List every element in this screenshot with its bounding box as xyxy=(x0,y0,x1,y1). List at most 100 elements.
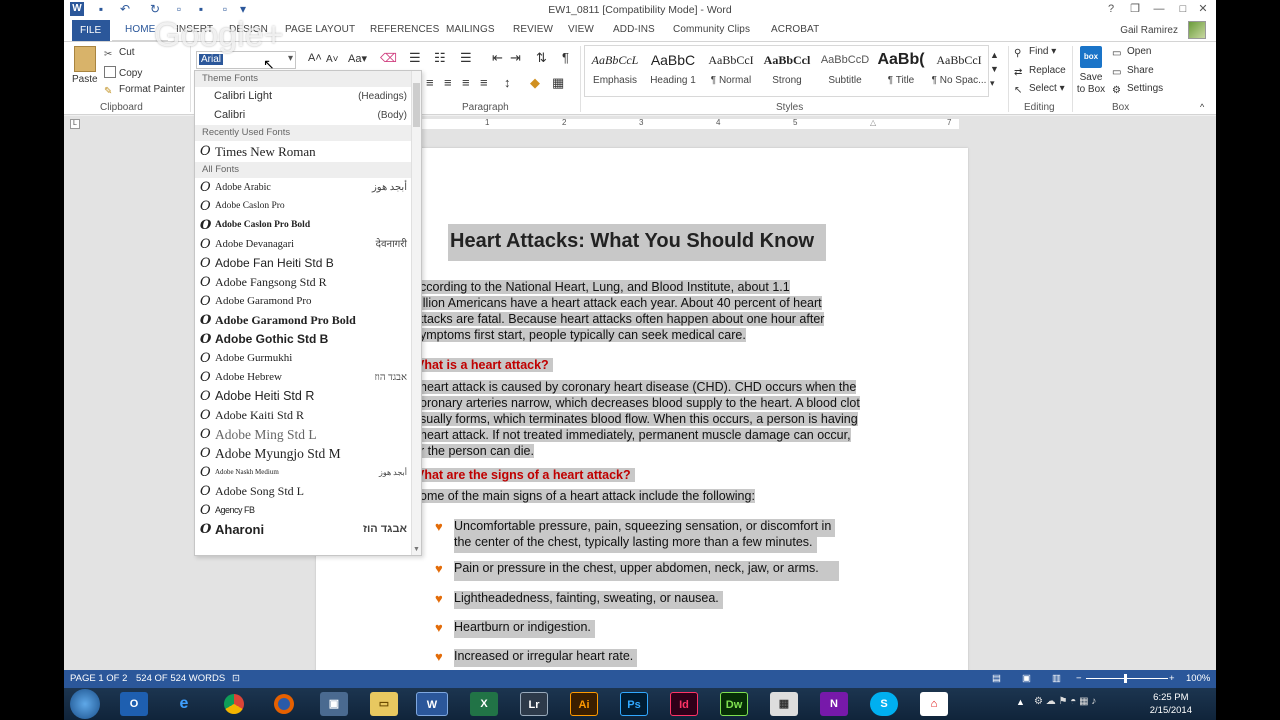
font-option[interactable]: O Adobe Garamond Pro Bold xyxy=(195,311,421,330)
tab-home[interactable]: HOME xyxy=(125,24,155,35)
horizontal-ruler[interactable]: 1 2 3 4 5 △ 7 xyxy=(419,118,959,129)
zoom-in-icon[interactable]: + xyxy=(1169,673,1175,684)
start-button[interactable] xyxy=(70,689,100,719)
font-option[interactable]: O Adobe Ming Std L xyxy=(195,425,421,444)
proofing-icon[interactable]: ⊡ xyxy=(232,673,240,684)
font-option[interactable]: O Adobe Naskh Medium أبجد هوز xyxy=(195,463,421,482)
collapse-ribbon-icon[interactable]: ^ xyxy=(1200,102,1204,112)
multilevel-list-icon[interactable]: ☰ xyxy=(460,50,472,66)
tab-review[interactable]: REVIEW xyxy=(513,24,553,35)
tray-expand-icon[interactable]: ▲ xyxy=(1016,697,1025,707)
page-count[interactable]: PAGE 1 OF 2 xyxy=(70,673,127,684)
web-layout-icon[interactable]: ▥ xyxy=(1052,673,1061,684)
font-option[interactable]: O Adobe Hebrew אבגד הוז xyxy=(195,368,421,387)
styles-scroll-icon[interactable]: ▲ ▼ ▾ xyxy=(990,48,999,90)
grow-font-icon[interactable]: A˄ xyxy=(308,52,322,64)
tab-page-layout[interactable]: PAGE LAYOUT xyxy=(285,24,355,35)
font-option[interactable]: O Adobe Caslon Pro xyxy=(195,197,421,216)
bullets-icon[interactable]: ☰ xyxy=(409,50,421,66)
tab-view[interactable]: VIEW xyxy=(568,24,594,35)
tab-mailings[interactable]: MAILINGS xyxy=(446,24,495,35)
find-button[interactable]: ⚲ Find ▾ xyxy=(1014,46,1056,60)
pilcrow-icon[interactable]: ¶ xyxy=(562,50,569,65)
dreamweaver-icon[interactable]: Dw xyxy=(720,692,748,716)
tab-references[interactable]: REFERENCES xyxy=(370,24,439,35)
font-option-calibri[interactable]: Calibri (Body) xyxy=(195,106,421,125)
lightroom-icon[interactable]: Lr xyxy=(520,692,548,716)
skype-icon[interactable]: S xyxy=(870,692,898,716)
font-option[interactable]: O Adobe Caslon Pro Bold xyxy=(195,216,421,235)
read-mode-icon[interactable]: ▤ xyxy=(992,673,1001,684)
sort-icon[interactable]: ⇅ xyxy=(536,50,547,66)
file-explorer-icon[interactable]: ▭ xyxy=(370,692,398,716)
cut-button[interactable]: ✂ Cut xyxy=(104,47,135,61)
system-clock[interactable]: 6:25 PM 2/15/2014 xyxy=(1150,691,1192,717)
font-option[interactable]: O Adobe Song Std L xyxy=(195,482,421,501)
font-option-times-new-roman[interactable]: O Times New Roman xyxy=(195,141,421,162)
numbering-icon[interactable]: ☷ xyxy=(434,50,446,66)
dropdown-scrollbar[interactable]: ▼ xyxy=(411,71,421,555)
paste-button[interactable]: Paste xyxy=(72,74,98,85)
tray-icons[interactable]: ⚙ ☁ ⚑ ◓ ▦ ♪ xyxy=(1034,696,1096,707)
zoom-slider[interactable] xyxy=(1086,678,1168,679)
scroll-down-icon[interactable]: ▼ xyxy=(413,546,420,553)
style-strong[interactable]: AaBbCcl Strong xyxy=(758,47,816,91)
format-painter-button[interactable]: ✎ Format Painter xyxy=(104,84,185,98)
shrink-font-icon[interactable]: A˅ xyxy=(326,54,339,65)
acrobat-icon[interactable]: ⌂ xyxy=(920,692,948,716)
box-open-button[interactable]: ▭ Open xyxy=(1112,46,1151,60)
font-option[interactable]: O Adobe Garamond Pro xyxy=(195,292,421,311)
decrease-indent-icon[interactable]: ⇤ xyxy=(492,50,503,66)
font-option[interactable]: O Adobe Gurmukhi xyxy=(195,349,421,368)
font-dropdown[interactable]: Theme Fonts Calibri Light (Headings) Cali… xyxy=(194,70,422,556)
style-subtitle[interactable]: AaBbCcD Subtitle xyxy=(816,47,874,91)
ruler-indent-marker[interactable]: △ xyxy=(870,118,876,127)
style-no-spacing[interactable]: AaBbCcI ¶ No Spac... xyxy=(930,47,988,91)
increase-indent-icon[interactable]: ⇥ xyxy=(510,50,521,66)
illustrator-icon[interactable]: Ai xyxy=(570,692,598,716)
justify-icon[interactable]: ≡ xyxy=(480,75,488,90)
print-layout-icon[interactable]: ▣ xyxy=(1022,673,1031,684)
change-case-icon[interactable]: Aa▾ xyxy=(348,52,367,65)
clear-formatting-icon[interactable]: ⌫ xyxy=(380,51,397,65)
paste-icon[interactable] xyxy=(74,46,96,72)
style-emphasis[interactable]: AaBbCcL Emphasis xyxy=(586,47,644,91)
font-option[interactable]: O Adobe Gothic Std B xyxy=(195,330,421,349)
shading-icon[interactable]: ◆ xyxy=(530,75,540,91)
ribbon-display-button[interactable]: ❐ xyxy=(1126,2,1144,16)
minimize-button[interactable]: — xyxy=(1150,2,1168,16)
font-option[interactable]: O Agency FB xyxy=(195,501,421,520)
font-option[interactable]: O Adobe Fangsong Std R xyxy=(195,273,421,292)
avatar[interactable] xyxy=(1188,21,1206,39)
save-to-box-button[interactable]: Save to Box xyxy=(1076,72,1106,96)
zoom-slider-thumb[interactable] xyxy=(1124,674,1127,683)
outlook-icon[interactable]: O xyxy=(120,692,148,716)
internet-explorer-icon[interactable]: e xyxy=(170,692,198,716)
copy-button[interactable]: Copy xyxy=(104,66,142,79)
font-option[interactable]: O Adobe Kaiti Std R xyxy=(195,406,421,425)
chrome-icon[interactable] xyxy=(220,692,248,716)
zoom-level[interactable]: 100% xyxy=(1186,673,1210,684)
onenote-icon[interactable]: N xyxy=(820,692,848,716)
font-option[interactable]: O Adobe Devanagari देवनागरी xyxy=(195,235,421,254)
chevron-down-icon[interactable]: ▾ xyxy=(288,53,293,64)
remote-desktop-icon[interactable]: ▣ xyxy=(320,692,348,716)
style-heading-1[interactable]: AaBbC Heading 1 xyxy=(644,47,702,91)
help-button[interactable]: ? xyxy=(1102,2,1120,16)
box-logo-icon[interactable]: box xyxy=(1080,46,1102,68)
tab-community-clips[interactable]: Community Clips xyxy=(673,24,750,35)
borders-icon[interactable]: ▦ xyxy=(552,75,564,91)
word-taskbar-icon[interactable]: W xyxy=(416,692,448,716)
word-count[interactable]: 524 OF 524 WORDS xyxy=(136,673,225,684)
tab-stop-selector[interactable]: L xyxy=(70,119,80,129)
firefox-icon[interactable] xyxy=(270,692,298,716)
font-option-calibri-light[interactable]: Calibri Light (Headings) xyxy=(195,87,421,106)
box-share-button[interactable]: ▭ Share xyxy=(1112,65,1154,79)
align-left-icon[interactable]: ≡ xyxy=(426,75,434,90)
font-option[interactable]: O Adobe Fan Heiti Std B xyxy=(195,254,421,273)
scrollbar-thumb[interactable] xyxy=(413,83,420,127)
indesign-icon[interactable]: Id xyxy=(670,692,698,716)
maximize-button[interactable]: □ xyxy=(1174,2,1192,16)
font-option[interactable]: O Adobe Myungjo Std M xyxy=(195,444,421,463)
select-button[interactable]: ↖ Select ▾ xyxy=(1014,83,1065,97)
